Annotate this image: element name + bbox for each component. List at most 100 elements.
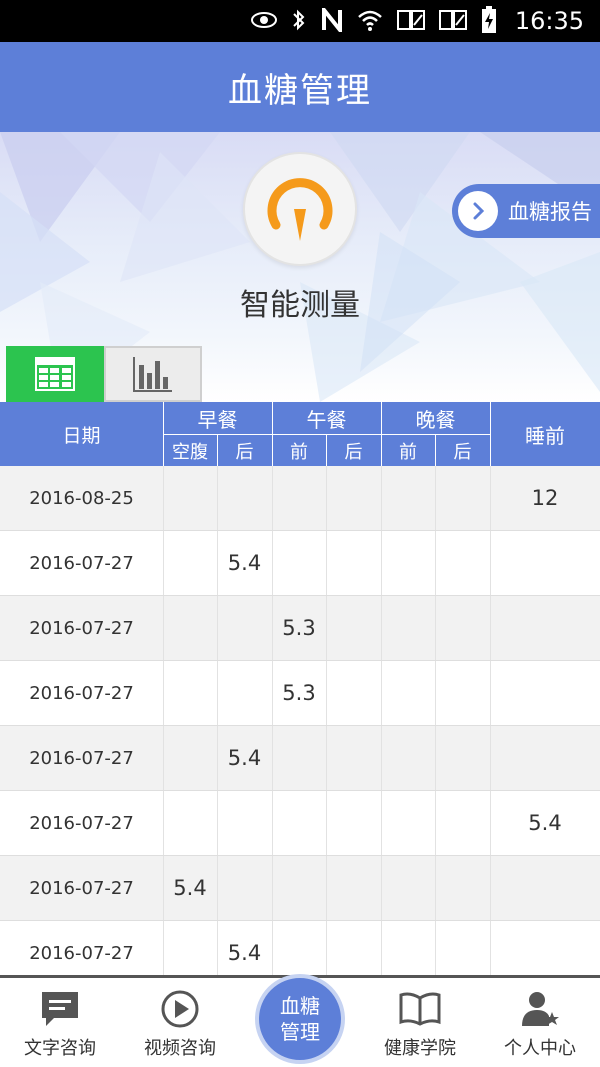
- row-value-c7: [490, 531, 600, 595]
- row-date: 2016-07-27: [29, 682, 134, 704]
- row-value-c6: [435, 661, 490, 725]
- nav-video-consult-label: 视频咨询: [144, 1038, 216, 1059]
- table-row[interactable]: 2016-08-25 12: [0, 466, 600, 531]
- page-title: 血糖管理: [228, 70, 372, 111]
- row-value-c3: [272, 856, 326, 920]
- row-value-c1: [163, 791, 217, 855]
- nav-center-line2: 管理: [280, 1020, 320, 1044]
- wifi-icon: [357, 9, 383, 34]
- table-view-button[interactable]: [6, 346, 104, 402]
- signal-icon-2: [438, 9, 467, 34]
- nav-glucose-management[interactable]: 血糖 管理: [255, 974, 345, 1064]
- row-value-c6: [435, 726, 490, 790]
- row-value-c1: 5.4: [173, 876, 207, 900]
- nav-center-line1: 血糖: [280, 994, 320, 1018]
- table-row[interactable]: 2016-07-27 5.4: [0, 921, 600, 975]
- row-date: 2016-07-27: [29, 812, 134, 834]
- table-row[interactable]: 2016-07-27 5.4: [0, 726, 600, 791]
- nav-video-consult[interactable]: 视频咨询: [120, 978, 240, 1067]
- signal-icon: [396, 9, 425, 34]
- table-row[interactable]: 2016-07-27 5.4: [0, 791, 600, 856]
- chevron-right-icon: [458, 191, 498, 231]
- bottom-nav: 文字咨询 视频咨询 血糖 管理 健康学院 个人中心: [0, 974, 600, 1067]
- header-breakfast: 早餐: [197, 407, 238, 432]
- nav-text-consult-label: 文字咨询: [24, 1038, 96, 1059]
- row-value-c5: [381, 466, 435, 530]
- glucose-report-button[interactable]: 血糖报告: [452, 184, 600, 238]
- app-header: 血糖管理: [0, 42, 600, 132]
- row-value-c5: [381, 726, 435, 790]
- row-value-c6: [435, 531, 490, 595]
- row-value-c3: [272, 531, 326, 595]
- user-star-icon: [522, 992, 559, 1026]
- row-date: 2016-08-25: [29, 487, 134, 509]
- glucose-report-label: 血糖报告: [508, 200, 592, 224]
- play-circle-icon: [161, 990, 199, 1028]
- measure-banner: 智能测量 血糖报告: [0, 132, 600, 402]
- table-row[interactable]: 2016-07-27 5.4: [0, 531, 600, 596]
- row-value-c3: 5.3: [282, 681, 316, 705]
- chat-bubble-icon: [42, 992, 78, 1026]
- row-value-c5: [381, 531, 435, 595]
- glucose-table: 日期 早餐 午餐 晚餐 睡前 空腹 后 前 后 前 后 2016-08-25 12…: [0, 402, 600, 975]
- row-date: 2016-07-27: [29, 747, 134, 769]
- row-value-c3: [272, 466, 326, 530]
- nav-text-consult[interactable]: 文字咨询: [0, 978, 120, 1067]
- row-value-c1: [163, 466, 217, 530]
- row-value-c7: 5.4: [528, 811, 562, 835]
- book-icon: [399, 992, 441, 1026]
- header-breakfast-fasting: 空腹: [172, 441, 208, 463]
- table-row[interactable]: 2016-07-27 5.4: [0, 856, 600, 921]
- status-bar: 16:35: [0, 0, 600, 42]
- smart-measure-label: 智能测量: [240, 288, 360, 323]
- header-dinner-before: 前: [399, 441, 417, 463]
- row-value-c4: [326, 921, 381, 975]
- row-value-c4: [326, 661, 381, 725]
- row-value-c7: [490, 596, 600, 660]
- row-value-c5: [381, 921, 435, 975]
- row-value-c7: [490, 921, 600, 975]
- header-dinner-after: 后: [453, 441, 472, 463]
- header-lunch: 午餐: [306, 407, 347, 432]
- row-value-c7: [490, 856, 600, 920]
- row-value-c2: [217, 466, 272, 530]
- table-header: 日期 早餐 午餐 晚餐 睡前 空腹 后 前 后 前 后: [0, 402, 600, 466]
- nav-personal-center-label: 个人中心: [504, 1038, 576, 1059]
- row-value-c7: [490, 726, 600, 790]
- bar-chart-icon: [133, 357, 172, 392]
- row-value-c3: [272, 921, 326, 975]
- bluetooth-icon: [291, 8, 307, 35]
- nav-health-academy[interactable]: 健康学院: [360, 978, 480, 1067]
- row-value-c7: [490, 661, 600, 725]
- row-value-c2: 5.4: [227, 551, 262, 575]
- battery-charging-icon: [481, 5, 497, 37]
- nav-personal-center[interactable]: 个人中心: [480, 978, 600, 1067]
- row-value-c2: [217, 791, 272, 855]
- row-value-c1: [163, 726, 217, 790]
- row-value-c6: [435, 921, 490, 975]
- nav-health-academy-label: 健康学院: [384, 1038, 456, 1059]
- row-date: 2016-07-27: [29, 942, 134, 964]
- row-value-c1: [163, 531, 217, 595]
- row-date: 2016-07-27: [29, 552, 134, 574]
- row-value-c7: 12: [531, 486, 559, 510]
- row-date: 2016-07-27: [29, 617, 134, 639]
- row-value-c5: [381, 856, 435, 920]
- row-value-c5: [381, 596, 435, 660]
- header-bedtime: 睡前: [525, 423, 565, 448]
- row-date: 2016-07-27: [29, 877, 134, 899]
- header-lunch-after: 后: [344, 441, 363, 463]
- table-row[interactable]: 2016-07-27 5.3: [0, 596, 600, 661]
- row-value-c4: [326, 466, 381, 530]
- chart-view-button[interactable]: [104, 346, 202, 402]
- smart-measure-button[interactable]: [243, 152, 357, 266]
- table-icon: [35, 357, 75, 391]
- row-value-c5: [381, 791, 435, 855]
- row-value-c2: 5.4: [227, 941, 262, 965]
- row-value-c6: [435, 596, 490, 660]
- row-value-c3: [272, 726, 326, 790]
- table-row[interactable]: 2016-07-27 5.3: [0, 661, 600, 726]
- row-value-c4: [326, 791, 381, 855]
- row-value-c2: [217, 856, 272, 920]
- header-date: 日期: [62, 424, 101, 447]
